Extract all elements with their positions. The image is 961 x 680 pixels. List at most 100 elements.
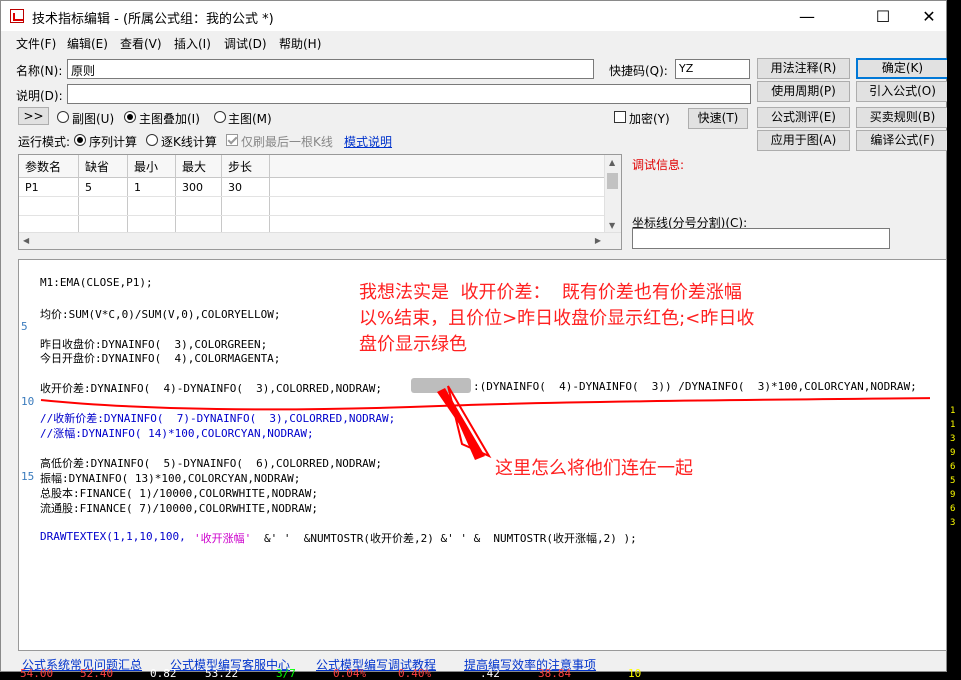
param-col-max: 最大 [175,155,222,178]
param-cell[interactable]: 30 [221,177,270,197]
radio-sequence-calc-label: 序列计算 [89,135,138,149]
param-cell[interactable] [19,196,79,216]
maximize-button[interactable]: ☐ [860,1,906,31]
param-cell[interactable]: 5 [78,177,128,197]
quote-digit: 6 [950,504,956,514]
param-table: 参数名 缺省 最小 最大 步长 P1 5 1 300 30 ▲ ▼ ◀ ▶ [18,154,622,250]
table-row[interactable] [19,196,612,216]
radio-per-bar-calc[interactable] [146,134,158,146]
trade-rules-button[interactable]: 买卖规则(B) [856,107,949,128]
close-button[interactable]: ✕ [906,1,952,31]
quote-value: 10 [628,667,642,680]
window-title: 技术指标编辑 - (所属公式组：我的公式 *) [32,12,274,27]
syntax-note-button[interactable]: 用法注释(R) [757,58,850,79]
background-quote-row: 54.00 52.40 0.82 53.22 3/7 0.04% 0.40% .… [0,667,961,680]
menu-view[interactable]: 查看(V) [120,35,162,52]
arrow-icon [437,388,485,460]
expand-button[interactable]: >> [18,107,49,125]
scroll-right-icon[interactable]: ▶ [595,236,601,245]
param-cell[interactable] [221,196,270,216]
quote-digit: 1 [950,420,956,430]
param-col-blank [269,155,612,178]
param-cell [269,196,612,216]
desc-field[interactable] [67,84,751,104]
param-cell[interactable]: 300 [175,177,222,197]
title-bar: 技术指标编辑 - (所属公式组：我的公式 *) — ☐ ✕ [1,1,946,31]
quote-digit: 5 [950,476,956,486]
speed-button[interactable]: 快速(T) [688,108,748,129]
apply-chart-button[interactable]: 应用于图(A) [757,130,850,151]
shortcut-label: 快捷码(Q): [609,64,668,78]
scroll-up-icon[interactable]: ▲ [609,158,615,167]
quote-digit: 3 [950,434,956,444]
radio-main-chart-label: 主图(M) [228,112,272,126]
param-col-min: 最小 [127,155,176,178]
quote-value: 0.82 [150,667,177,680]
quote-digit: 1 [950,406,956,416]
quote-value: .42 [480,667,500,680]
formula-test-button[interactable]: 公式测评(E) [757,107,850,128]
axis-line-field[interactable] [632,228,890,249]
quote-digit: 9 [950,490,956,500]
compile-button[interactable]: 编译公式(F) [856,130,949,151]
quote-value: 54.00 [20,667,54,680]
menu-debug[interactable]: 调试(D) [224,35,267,52]
param-table-header: 参数名 缺省 最小 最大 步长 [19,155,612,178]
menu-file[interactable]: 文件(F) [16,35,56,52]
quote-value: 52.40 [80,667,114,680]
shortcut-field[interactable]: YZ [675,59,750,79]
param-cell[interactable]: P1 [19,177,79,197]
encrypt-label: 加密(Y) [629,112,670,126]
quote-value: 3/7 [276,667,296,680]
debug-info-label: 调试信息: [632,158,685,172]
desc-label: 说明(D): [16,89,63,103]
radio-main-chart[interactable] [214,111,226,123]
import-formula-button[interactable]: 引入公式(O) [856,81,949,102]
encrypt-checkbox[interactable] [614,111,626,123]
ok-button[interactable]: 确定(K) [856,58,949,79]
param-table-vscroll[interactable]: ▲ ▼ [604,155,621,233]
radio-main-overlay[interactable] [124,111,136,123]
quote-digit: 6 [950,462,956,472]
param-cell[interactable] [175,196,222,216]
scroll-left-icon[interactable]: ◀ [23,236,29,245]
quote-digit: 3 [950,518,956,528]
menu-help[interactable]: 帮助(H) [279,35,321,52]
app-icon [10,9,24,23]
menu-edit[interactable]: 编辑(E) [67,35,108,52]
name-label: 名称(N): [16,64,63,78]
table-row[interactable]: P1 5 1 300 30 [19,177,612,197]
quote-digit: 9 [950,448,956,458]
quote-value: 38.84 [538,667,572,680]
param-col-name: 参数名 [19,155,79,178]
quote-value: 53.22 [205,667,239,680]
name-field[interactable]: 原则 [67,59,594,79]
menu-bar: 文件(F) 编辑(E) 查看(V) 插入(I) 调试(D) 帮助(H) [1,32,946,52]
mode-help-link[interactable]: 模式说明 [344,133,392,150]
radio-sequence-calc[interactable] [74,134,86,146]
editor-vscroll[interactable] [930,260,946,650]
param-cell[interactable]: 1 [127,177,176,197]
last-bar-only-checkbox[interactable] [226,134,238,146]
scroll-down-icon[interactable]: ▼ [609,221,615,230]
minimize-button[interactable]: — [784,1,830,31]
param-cell[interactable] [78,196,128,216]
radio-per-bar-calc-label: 逐K线计算 [161,135,217,149]
use-period-button[interactable]: 使用周期(P) [757,81,850,102]
arrow-outline [447,385,492,459]
last-bar-only-label: 仅刷最后一根K线 [241,135,333,149]
param-col-default: 缺省 [78,155,128,178]
radio-main-overlay-label: 主图叠加(I) [139,112,200,126]
run-mode-label: 运行模式: [18,135,71,149]
code-editor[interactable]: 5 10 15 M1:EMA(CLOSE,P1); 均价:SUM(V*C,0)/… [18,259,947,651]
param-cell [269,177,612,197]
radio-sub-chart[interactable] [57,111,69,123]
background-quote-column: 1 1 3 9 6 5 9 6 3 [947,0,961,679]
param-cell[interactable] [127,196,176,216]
annotation-text-top: 我想法实是 收开价差： 既有价差也有价差涨幅 以%结束，且价位>昨日收盘价显示红… [359,282,755,355]
scroll-thumb[interactable] [607,173,618,189]
formula-editor-window: 技术指标编辑 - (所属公式组：我的公式 *) — ☐ ✕ 文件(F) 编辑(E… [0,0,949,672]
menu-insert[interactable]: 插入(I) [174,35,211,52]
footer-links: 公式系统常见问题汇总 公式模型编写客服中心 公式模型编写调试教程 提高编写效率的… [1,653,946,672]
param-table-hscroll[interactable]: ◀ ▶ [19,232,621,249]
